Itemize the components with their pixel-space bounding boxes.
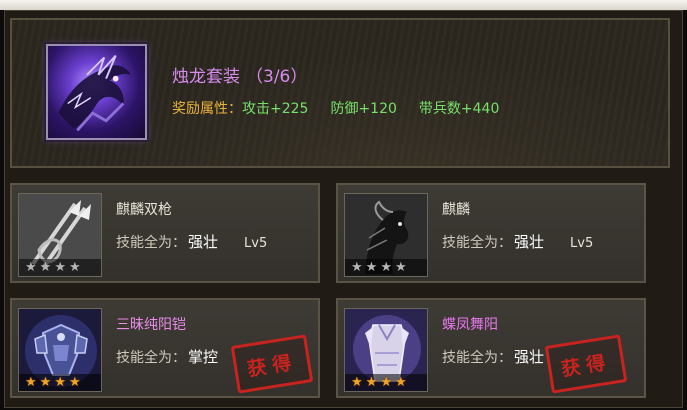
star-rating: ★ ★ ★ ★ bbox=[19, 374, 101, 391]
star-rating: ★ ★ ★ ★ bbox=[19, 259, 101, 276]
skill-label: 技能全为： bbox=[116, 350, 186, 366]
window-top-edge bbox=[0, 0, 687, 10]
item-name: 三昧纯阳铠 bbox=[116, 317, 186, 333]
star-icon: ★ bbox=[365, 260, 378, 275]
star-rating: ★ ★ ★ ★ bbox=[345, 259, 427, 276]
attack-bonus: 攻击+225 bbox=[242, 101, 309, 117]
item-card-qilin[interactable]: ★ ★ ★ ★ 麒麟 技能全为： 强壮 Lv5 bbox=[336, 183, 646, 283]
obtained-stamp: 获得 bbox=[544, 334, 628, 394]
defense-bonus: 防御+120 bbox=[330, 101, 397, 117]
star-icon: ★ bbox=[54, 375, 66, 390]
star-rating: ★ ★ ★ ★ bbox=[345, 374, 427, 391]
star-icon: ★ bbox=[54, 260, 66, 275]
skill-label: 技能全为： bbox=[442, 235, 512, 251]
skill-label: 技能全为： bbox=[116, 235, 186, 251]
star-icon: ★ bbox=[351, 375, 363, 390]
item-skill: 技能全为： 强壮 Lv5 bbox=[442, 231, 593, 252]
black-dragon-icon[interactable] bbox=[46, 44, 147, 140]
item-card-robe[interactable]: ★ ★ ★ ★ 蝶凤舞阳 技能全为： 强壮 获得 bbox=[336, 298, 646, 398]
star-icon: ★ bbox=[25, 260, 37, 275]
skill-label: 技能全为： bbox=[442, 350, 512, 366]
black-horse-icon[interactable]: ★ ★ ★ ★ bbox=[344, 193, 428, 277]
skill-value: 强壮 bbox=[514, 348, 545, 366]
star-icon: ★ bbox=[39, 375, 52, 390]
item-skill: 技能全为： 强壮 Lv5 bbox=[116, 231, 267, 252]
suit-bonus-attributes: 奖励属性：攻击+225 防御+120 带兵数+440 bbox=[172, 98, 521, 118]
star-icon: ★ bbox=[380, 260, 392, 275]
star-icon: ★ bbox=[68, 375, 81, 390]
skill-value: 掌控 bbox=[188, 348, 219, 366]
item-name: 麒麟 bbox=[442, 202, 470, 218]
star-icon: ★ bbox=[394, 375, 407, 390]
suit-name: 烛龙套装 bbox=[172, 67, 240, 87]
star-icon: ★ bbox=[380, 375, 392, 390]
star-icon: ★ bbox=[394, 260, 407, 275]
skill-level: Lv5 bbox=[570, 236, 594, 251]
star-icon: ★ bbox=[39, 260, 52, 275]
item-name: 麒麟双枪 bbox=[116, 202, 172, 218]
armor-icon[interactable]: ★ ★ ★ ★ bbox=[18, 308, 102, 392]
skill-level: Lv5 bbox=[244, 236, 268, 251]
star-icon: ★ bbox=[351, 260, 363, 275]
item-card-twin-spear[interactable]: ★ ★ ★ ★ 麒麟双枪 技能全为： 强壮 Lv5 bbox=[10, 183, 320, 283]
star-icon: ★ bbox=[68, 260, 81, 275]
obtained-stamp: 获得 bbox=[230, 334, 314, 394]
troop-bonus: 带兵数+440 bbox=[418, 101, 500, 117]
item-card-armor[interactable]: ★ ★ ★ ★ 三昧纯阳铠 技能全为： 掌控 获得 bbox=[10, 298, 320, 398]
bonus-label: 奖励属性： bbox=[172, 101, 242, 117]
suit-title: 烛龙套装 （3/6） bbox=[172, 62, 307, 87]
star-icon: ★ bbox=[25, 375, 37, 390]
star-icon: ★ bbox=[365, 375, 378, 390]
skill-value: 强壮 bbox=[514, 233, 545, 251]
item-skill: 技能全为： 掌控 bbox=[116, 346, 218, 367]
item-skill: 技能全为： 强壮 bbox=[442, 346, 544, 367]
robe-icon[interactable]: ★ ★ ★ ★ bbox=[344, 308, 428, 392]
skill-value: 强壮 bbox=[188, 233, 219, 251]
suit-count: （3/6） bbox=[246, 67, 308, 87]
twin-spear-icon[interactable]: ★ ★ ★ ★ bbox=[18, 193, 102, 277]
item-name: 蝶凤舞阳 bbox=[442, 317, 498, 333]
